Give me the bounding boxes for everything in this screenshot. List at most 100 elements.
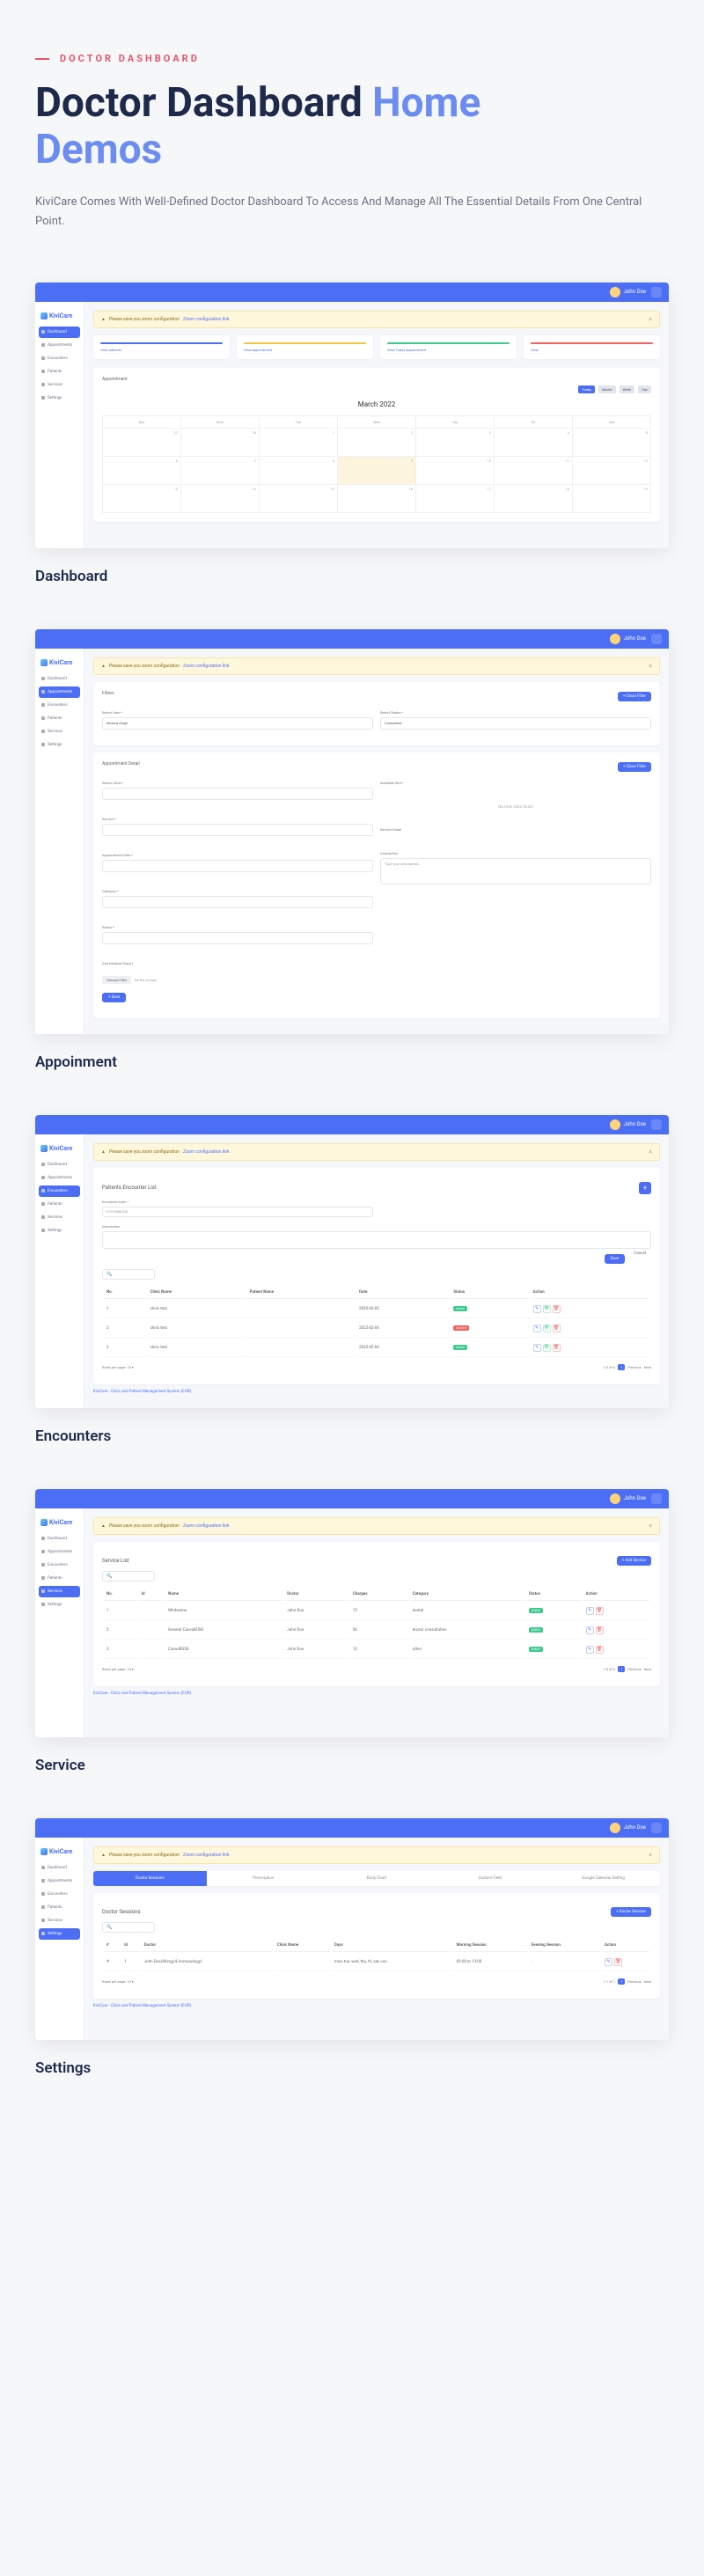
description-textarea[interactable]: Type your description… <box>380 858 651 884</box>
tab-prescription[interactable]: Prescription <box>207 1871 320 1886</box>
view-icon[interactable]: 👁 <box>543 1344 551 1352</box>
nav-appointments[interactable]: Appointments <box>39 1546 80 1558</box>
close-icon[interactable]: × <box>649 1852 652 1859</box>
delete-icon[interactable]: 🗑 <box>553 1305 561 1313</box>
nav-settings[interactable]: Settings <box>39 739 80 751</box>
cal-cell[interactable]: 19 <box>573 485 651 513</box>
nav-dashboard[interactable]: Dashboard <box>39 1159 80 1171</box>
fullscreen-icon[interactable] <box>651 1119 662 1130</box>
day-button[interactable]: Day <box>638 385 651 393</box>
delete-icon[interactable]: 🗑 <box>596 1646 604 1654</box>
col-doctor[interactable]: Doctor <box>284 1589 348 1601</box>
next-button[interactable]: Next <box>644 1365 651 1369</box>
fullscreen-icon[interactable] <box>651 287 662 297</box>
month-button[interactable]: Month <box>598 385 616 393</box>
week-button[interactable]: Week <box>620 385 635 393</box>
user-name[interactable]: John Doe <box>624 1495 646 1501</box>
save-button[interactable]: Save <box>605 1254 626 1264</box>
cal-cell[interactable]: 10 <box>416 457 495 485</box>
avatar[interactable] <box>610 1119 620 1130</box>
page-1[interactable]: 1 <box>618 1978 625 1985</box>
next-button[interactable]: Next <box>644 1667 651 1671</box>
nav-appointments[interactable]: Appointments <box>39 1172 80 1184</box>
close-icon[interactable]: × <box>649 663 652 670</box>
nav-encounters[interactable]: Encounters <box>39 1185 80 1197</box>
today-button[interactable]: Today <box>578 385 595 393</box>
avatar[interactable] <box>610 1493 620 1504</box>
edit-icon[interactable]: ✎ <box>586 1607 594 1615</box>
nav-dashboard[interactable]: Dashboard <box>39 327 80 338</box>
nav-dashboard[interactable]: Dashboard <box>39 673 80 685</box>
stat-link[interactable]: View <box>531 348 653 352</box>
delete-icon[interactable]: 🗑 <box>596 1607 604 1615</box>
clinic-select[interactable] <box>102 788 373 800</box>
cal-cell[interactable]: 11 <box>495 457 573 485</box>
view-icon[interactable]: 👁 <box>543 1305 551 1313</box>
fullscreen-icon[interactable] <box>651 1493 662 1504</box>
cal-cell[interactable]: 15 <box>260 485 338 513</box>
col-clinic[interactable]: Clinic Name <box>275 1940 330 1952</box>
alert-link[interactable]: Zoom configuration link <box>183 1149 230 1155</box>
fullscreen-icon[interactable] <box>651 634 662 644</box>
add-service-button[interactable]: + Add Service <box>617 1556 651 1566</box>
cal-cell[interactable]: 4 <box>495 429 573 457</box>
nav-patients[interactable]: Patients <box>39 366 80 378</box>
rpp-select[interactable]: 10 ▾ <box>127 1979 134 1984</box>
stat-link[interactable]: View Today appointment <box>387 348 510 352</box>
col-action[interactable]: Action <box>531 1287 649 1299</box>
cal-cell[interactable]: 28 <box>181 429 260 457</box>
nav-settings[interactable]: Settings <box>39 1928 80 1940</box>
cal-cell[interactable]: 6 <box>103 457 181 485</box>
nav-appointments[interactable]: Appointments <box>39 340 80 351</box>
status-select[interactable] <box>102 932 373 944</box>
cal-cell[interactable]: 7 <box>181 457 260 485</box>
col-id[interactable]: Id <box>139 1589 164 1601</box>
tab-doctor-sessions[interactable]: Doctor Sessions <box>93 1871 207 1886</box>
choose-file-button[interactable]: Choose Files <box>102 976 131 984</box>
cal-cell[interactable]: 16 <box>338 485 416 513</box>
brand-logo[interactable]: KiviCare <box>39 309 80 327</box>
encounter-date-input[interactable]: YYYY/MM/DD <box>102 1207 373 1217</box>
user-select[interactable]: Monica Singh <box>102 717 373 730</box>
col-date[interactable]: Date <box>356 1287 449 1299</box>
cal-cell[interactable]: 14 <box>181 485 260 513</box>
user-name[interactable]: John Doe <box>624 1824 646 1831</box>
col-evening[interactable]: Evening Session <box>529 1940 600 1952</box>
nav-services[interactable]: Services <box>39 379 80 391</box>
rpp-select[interactable]: 10 ▾ <box>127 1667 134 1671</box>
search-input[interactable]: 🔍 <box>102 1571 155 1582</box>
col-category[interactable]: Category <box>410 1589 524 1601</box>
cal-cell[interactable]: 18 <box>495 485 573 513</box>
nav-encounters[interactable]: Encounters <box>39 1560 80 1571</box>
brand-logo[interactable]: KiviCare <box>39 656 80 673</box>
tab-custom-field[interactable]: Custom Field <box>433 1871 546 1886</box>
avatar[interactable] <box>610 1823 620 1833</box>
edit-icon[interactable]: ✎ <box>533 1344 541 1352</box>
col-no[interactable]: No. <box>104 1589 137 1601</box>
date-input[interactable] <box>102 860 373 872</box>
cancel-button[interactable]: Cancel <box>628 1249 651 1264</box>
footer-link[interactable]: KiviCare - Clinic and Patient Management… <box>93 1384 660 1399</box>
cal-cell[interactable]: 5 <box>573 429 651 457</box>
col-status[interactable]: Status <box>526 1589 582 1601</box>
encounter-desc-textarea[interactable] <box>102 1231 651 1249</box>
nav-services[interactable]: Services <box>39 1586 80 1597</box>
footer-link[interactable]: KiviCare - Clinic and Patient Management… <box>93 1999 660 2014</box>
col-morning[interactable]: Morning Session <box>454 1940 527 1952</box>
nav-settings[interactable]: Settings <box>39 1225 80 1237</box>
close-filter-button[interactable]: + Close Filter <box>618 692 651 701</box>
col-patient[interactable]: Patient Name <box>247 1287 355 1299</box>
footer-link[interactable]: KiviCare - Clinic and Patient Management… <box>93 1686 660 1701</box>
nav-patients[interactable]: Patients <box>39 1199 80 1210</box>
cal-cell[interactable]: 12 <box>573 457 651 485</box>
col-action[interactable]: Action <box>602 1940 649 1952</box>
alert-link[interactable]: Zoom configuration link <box>183 317 230 322</box>
brand-logo[interactable]: KiviCare <box>39 1516 80 1533</box>
search-input[interactable]: 🔍 <box>102 1269 155 1280</box>
category-select[interactable] <box>102 896 373 908</box>
edit-icon[interactable]: ✎ <box>533 1305 541 1313</box>
prev-button[interactable]: Previous <box>627 1365 641 1369</box>
stat-link[interactable]: View appointment <box>244 348 366 352</box>
status-select[interactable]: Completed <box>380 717 651 730</box>
col-id[interactable]: Id <box>121 1940 139 1952</box>
